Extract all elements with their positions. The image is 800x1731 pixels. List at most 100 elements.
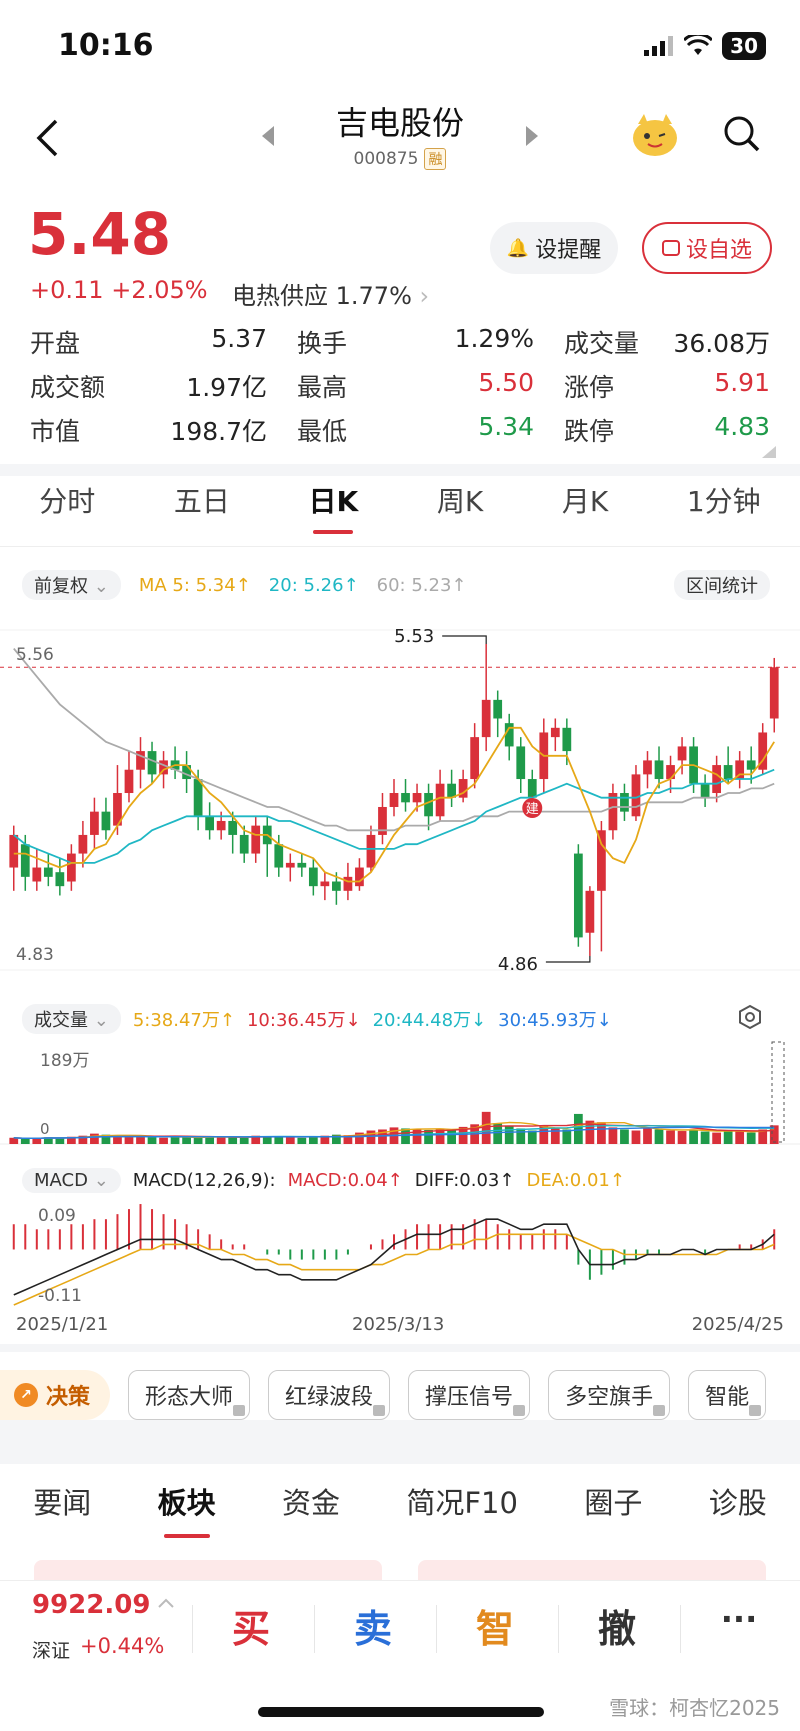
stat-value: 4.83	[714, 412, 770, 441]
candle-body	[366, 834, 376, 868]
chart-tab[interactable]: 周K	[437, 480, 483, 520]
candle-body	[43, 867, 53, 877]
news-tab[interactable]: 圈子	[584, 1480, 642, 1522]
candle-body	[401, 793, 410, 803]
stats-grid: 开盘 5.37 换手 1.29% 成交量 36.08万 成交额 1.97亿 最高 5.50 涨停 5.…	[30, 320, 770, 452]
macd-chart[interactable]: 0.09 -0.11	[0, 1195, 800, 1310]
volume-y-bottom: 0	[40, 1120, 50, 1138]
candle-body	[654, 760, 664, 780]
adjust-label: 前复权	[34, 576, 88, 597]
low-label: 4.86	[498, 954, 538, 975]
high-marker-line	[442, 635, 487, 644]
kline-legend: 前复权 ⌄ MA 5: 5.34↑ 20: 5.26↑ 60: 5.23↑	[22, 570, 467, 600]
chart-tab[interactable]: 五日	[174, 480, 230, 520]
candle-body	[285, 862, 295, 868]
news-tab[interactable]: 板块	[158, 1480, 216, 1522]
settings-hex-icon[interactable]	[737, 1004, 763, 1030]
candle-body	[597, 830, 606, 891]
chart-tab[interactable]: 1分钟	[687, 480, 761, 520]
lock-icon	[233, 1405, 246, 1416]
vol20-legend: 20:44.48万↓	[372, 1010, 487, 1031]
search-icon[interactable]	[722, 114, 762, 154]
macd-params: MACD(12,26,9):	[132, 1170, 276, 1191]
volume-bar	[308, 1136, 318, 1144]
ma60-legend: 60: 5.23↑	[376, 574, 467, 596]
news-tab[interactable]: 简况F10	[406, 1480, 518, 1522]
stock-code: 000875	[353, 149, 419, 169]
candle-body	[332, 881, 341, 891]
smart-button[interactable]: 智	[440, 1598, 550, 1653]
candle-body	[412, 793, 422, 803]
date-mid: 2025/3/13	[352, 1314, 445, 1335]
separator	[558, 1605, 559, 1653]
set-reminder-button[interactable]: 🔔 设提醒	[490, 222, 618, 274]
candle-body	[55, 872, 65, 887]
chevron-up-icon[interactable]	[158, 1598, 174, 1608]
volume-bar	[239, 1137, 249, 1144]
cancel-order-button[interactable]: 撤	[562, 1598, 672, 1653]
sell-button[interactable]: 卖	[318, 1598, 428, 1653]
volume-bar	[90, 1133, 99, 1144]
separator	[680, 1605, 681, 1653]
chart-tabs: 分时 五日 日K 周K 月K 1分钟	[0, 480, 800, 520]
tools-row: ↗ 决策 形态大师 红绿波段 撑压信号 多空旗手 智能	[0, 1370, 800, 1420]
stat-cell: 成交额 1.97亿	[30, 368, 297, 404]
chart-tab[interactable]: 分时	[39, 480, 95, 520]
add-watchlist-button[interactable]: 设自选	[642, 222, 772, 274]
sector-link[interactable]: 电热供应 1.77% ›	[232, 276, 429, 311]
watchlist-label: 设自选	[685, 238, 752, 263]
sector-card[interactable]	[418, 1560, 766, 1580]
macd-dropdown[interactable]: MACD ⌄	[22, 1168, 121, 1193]
candle-body	[620, 793, 629, 812]
volume-dropdown[interactable]: 成交量 ⌄	[22, 1004, 121, 1034]
adjust-dropdown[interactable]: 前复权 ⌄	[22, 570, 121, 600]
home-indicator	[258, 1707, 544, 1717]
mascot-icon[interactable]	[630, 112, 680, 158]
candle-body	[320, 881, 330, 887]
index-name: 深证	[32, 1640, 71, 1662]
candle-body	[182, 765, 191, 780]
date-start: 2025/1/21	[16, 1314, 109, 1335]
chart-tab[interactable]: 月K	[562, 480, 608, 520]
candle-body	[193, 779, 203, 817]
tool-button[interactable]: 智能	[688, 1370, 767, 1420]
volume-bar	[297, 1137, 307, 1144]
candle-body	[205, 816, 215, 831]
vol5-legend: 5:38.47万↑	[132, 1010, 235, 1031]
lock-icon	[653, 1405, 666, 1416]
expand-stats-icon[interactable]	[762, 446, 776, 458]
stat-cell: 最低 5.34	[297, 412, 564, 448]
reminder-label: 设提醒	[535, 238, 602, 263]
tool-button[interactable]: 多空旗手	[548, 1370, 671, 1420]
stat-label: 跌停	[564, 417, 615, 446]
tool-button[interactable]: 撑压信号	[408, 1370, 531, 1420]
more-button[interactable]: ···	[684, 1600, 794, 1638]
sector-percent: 1.77%	[335, 282, 412, 310]
vol10-legend: 10:36.45万↓	[246, 1010, 361, 1031]
candle-body	[723, 765, 733, 780]
buy-button[interactable]: 买	[196, 1598, 306, 1653]
candle-body	[712, 765, 722, 794]
news-tab[interactable]: 诊股	[709, 1480, 767, 1522]
volume-bar	[55, 1137, 65, 1144]
index-value[interactable]: 9922.09	[32, 1590, 150, 1620]
volume-bar	[170, 1136, 180, 1144]
sector-card[interactable]	[34, 1560, 382, 1580]
volume-chart[interactable]: 189万 0	[0, 1040, 800, 1150]
candle-body	[239, 834, 249, 854]
chevron-down-icon: ⌄	[93, 1010, 109, 1031]
news-tab[interactable]: 要闻	[33, 1480, 91, 1522]
tool-button[interactable]: 红绿波段	[268, 1370, 391, 1420]
decision-button[interactable]: ↗ 决策	[0, 1370, 111, 1420]
candle-body	[66, 853, 76, 882]
volume-bar	[631, 1130, 641, 1144]
tool-label: 撑压信号	[425, 1385, 514, 1410]
candle-body	[666, 765, 675, 780]
dea-value: DEA:0.01↑	[526, 1170, 625, 1191]
kline-chart[interactable]: 5.56 4.83 5.53 4.86 建	[0, 610, 800, 990]
range-stats-button[interactable]: 区间统计	[674, 570, 770, 600]
tool-button[interactable]: 形态大师	[128, 1370, 251, 1420]
chart-tab[interactable]: 日K	[309, 480, 359, 520]
news-tab[interactable]: 资金	[282, 1480, 340, 1522]
candle-body	[550, 727, 560, 738]
